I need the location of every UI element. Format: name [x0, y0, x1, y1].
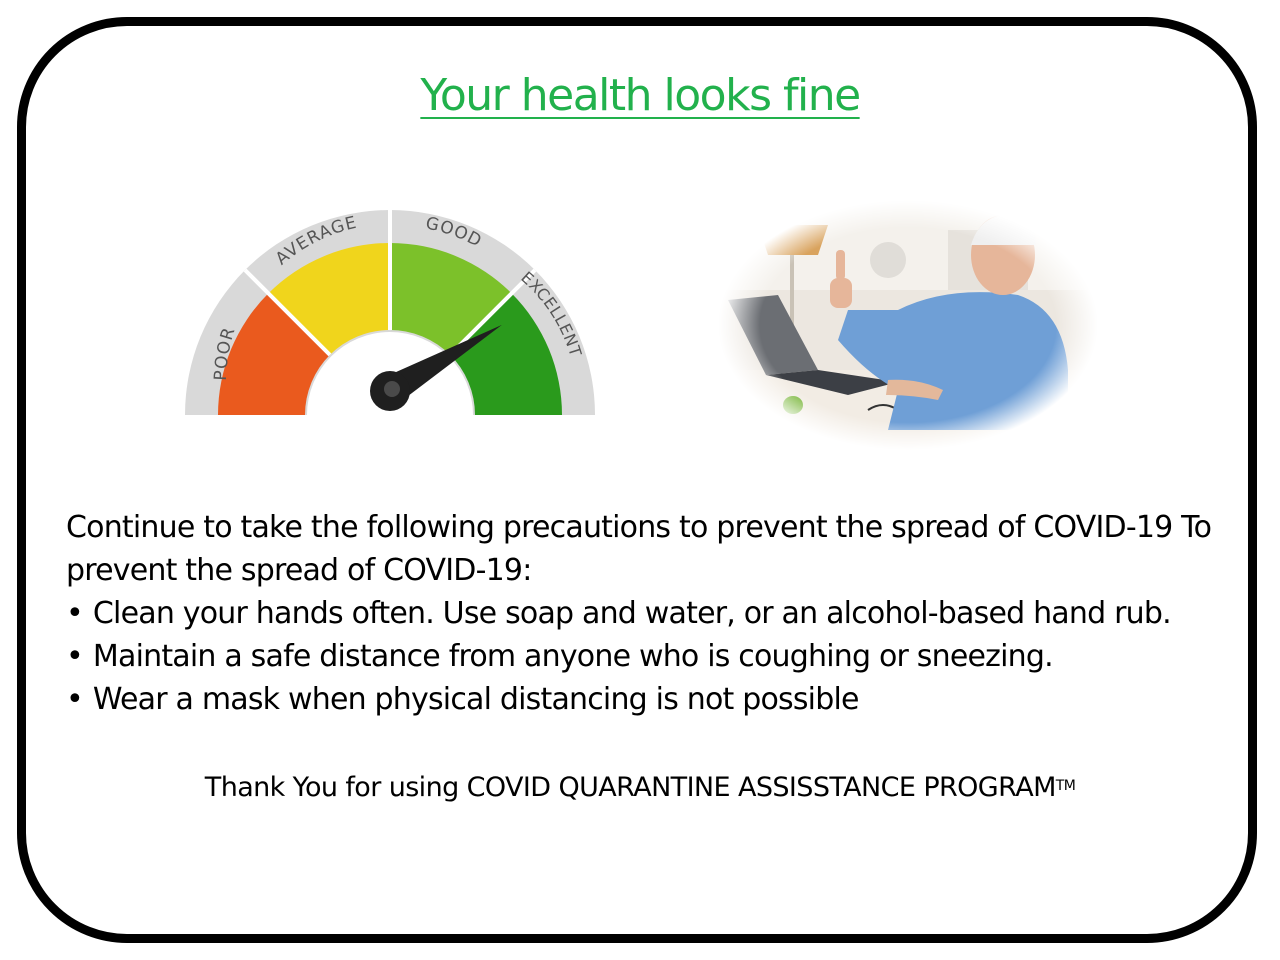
list-item: • Wear a mask when physical distancing is… — [66, 678, 1226, 721]
footer-thanks: Thank You for using COVID QUARANTINE ASS… — [0, 772, 1280, 803]
bullet-glyph: • — [66, 596, 84, 631]
page-title: Your health looks fine — [420, 70, 861, 121]
thumbs-up-photo — [718, 200, 1098, 450]
rounded-frame — [17, 17, 1257, 943]
health-gauge: POOR AVERAGE GOOD EXCELLENT — [185, 210, 595, 415]
bullet-text: Wear a mask when physical distancing is … — [92, 682, 860, 717]
bullet-text: Clean your hands often. Use soap and wat… — [92, 596, 1172, 631]
trademark-mark: TM — [1055, 778, 1076, 794]
footer-text: Thank You for using COVID QUARANTINE ASS… — [204, 772, 1057, 803]
gauge-needle-hub-highlight — [384, 381, 400, 397]
bullet-glyph: • — [66, 682, 84, 717]
precautions-intro: Continue to take the following precautio… — [66, 510, 1212, 588]
thumbs-up-icon — [830, 278, 852, 308]
list-item: • Maintain a safe distance from anyone wh… — [66, 635, 1226, 678]
bullet-glyph: • — [66, 639, 84, 674]
list-item: • Clean your hands often. Use soap and wa… — [66, 592, 1226, 635]
bullet-text: Maintain a safe distance from anyone who… — [92, 639, 1054, 674]
precautions-message: Continue to take the following precautio… — [66, 506, 1226, 721]
lamp-shade-icon — [758, 225, 828, 255]
